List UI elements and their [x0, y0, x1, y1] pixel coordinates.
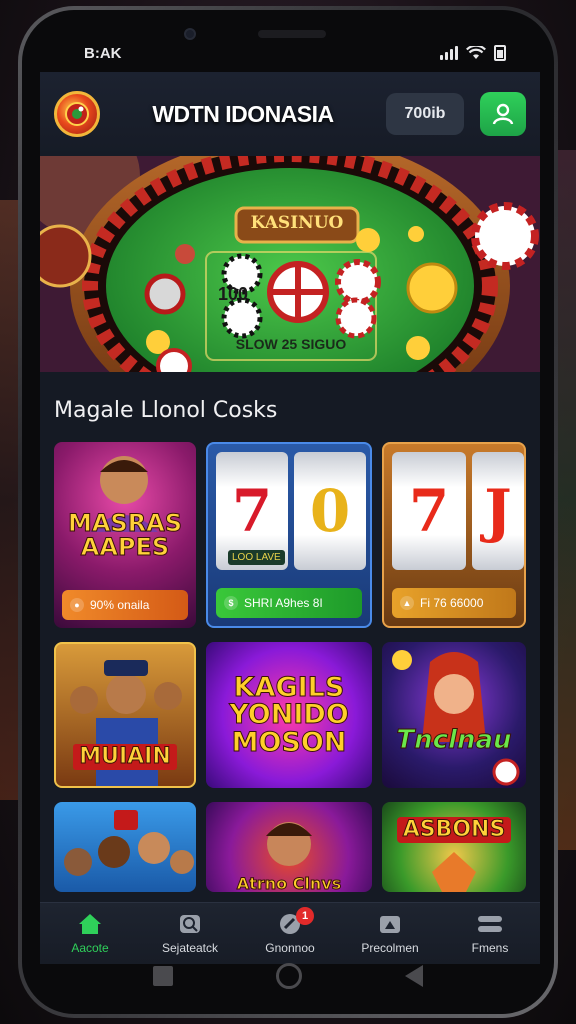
game-art [392, 650, 520, 786]
game-card[interactable]: 7 J ▲ Fi 76 66000 [382, 442, 526, 628]
game-grid: MASRAS AAPES ● 90% onaila 7 0 LOO LAVE $… [40, 442, 540, 892]
slot-reel: 0 [294, 452, 366, 570]
coin-icon: ● [70, 598, 84, 612]
game-title: Atrno Clnvs [236, 873, 342, 892]
nav-label: Sejateatck [161, 940, 219, 955]
dollar-icon: $ [224, 596, 238, 610]
banner-sign: KASINUO [250, 213, 344, 233]
section-title: Magale Llonol Cosks [54, 398, 278, 423]
game-title: Tnclnau [396, 724, 512, 755]
app-logo[interactable] [54, 91, 100, 137]
nav-item-games[interactable]: 1 Gnonnoo [244, 906, 336, 955]
nav-label: Aacote [71, 940, 109, 955]
battery-icon [494, 45, 506, 61]
nav-item-search[interactable]: Sejateatck [144, 913, 236, 955]
game-card[interactable] [54, 802, 196, 892]
game-badge: $ SHRI A9hes 8I [216, 588, 362, 618]
slot-reel: J [472, 452, 524, 570]
gift-icon [377, 913, 403, 935]
bottom-navigation: Aacote Sejateatck 1 Gnonnoo Precolmen Fm… [40, 902, 540, 964]
recents-icon[interactable] [153, 966, 174, 986]
profile-button[interactable] [480, 92, 526, 136]
game-title: KAGILS YONIDO MOSON [229, 671, 350, 758]
notification-badge: 1 [296, 906, 314, 925]
roulette-logo-icon [65, 102, 89, 126]
game-card[interactable]: Tnclnau [382, 642, 526, 788]
search-icon [177, 913, 203, 935]
promo-banner[interactable]: KASINUO 100 SLOW 25 SIGUO [40, 156, 540, 372]
game-card[interactable]: Atrno Clnvs [206, 802, 372, 892]
signal-icon [440, 46, 458, 60]
game-card[interactable]: KAGILS YONIDO MOSON [206, 642, 372, 788]
status-bar: B:AK [22, 38, 554, 68]
slot-reel: 7 [392, 452, 466, 570]
game-card[interactable]: MUIAIN [54, 642, 196, 788]
flame-icon: ▲ [400, 596, 414, 610]
app-header: WDTN IDONASIA 700ib [40, 72, 540, 156]
home-icon [77, 913, 103, 935]
nav-label: Fmens [471, 940, 509, 955]
game-title: ASBONS [396, 816, 512, 844]
banner-felt-label: 100 [218, 284, 249, 304]
app-screen: WDTN IDONASIA 700ib KASINUO 100 SLOW 25 … [40, 72, 540, 964]
back-icon[interactable] [404, 965, 423, 987]
nav-label: Gnonnoo [265, 940, 315, 955]
menu-icon [477, 913, 503, 935]
balance-button[interactable]: 700ib [386, 93, 464, 135]
status-time: B:AK [84, 44, 122, 62]
speaker-grille [258, 30, 326, 38]
banner-felt-caption: SLOW 25 SIGUO [235, 336, 347, 352]
reel-sign: LOO LAVE [228, 550, 285, 565]
nav-label: Precolmen [361, 940, 419, 955]
game-badge: ▲ Fi 76 66000 [392, 588, 516, 618]
user-icon [492, 103, 514, 125]
game-badge: ● 90% onaila [62, 590, 188, 620]
system-navigation [22, 956, 554, 996]
wifi-icon [466, 46, 486, 59]
game-card[interactable]: MASRAS AAPES ● 90% onaila [54, 442, 196, 628]
game-card[interactable]: 7 0 LOO LAVE $ SHRI A9hes 8I [206, 442, 372, 628]
game-art [64, 810, 194, 876]
nav-item-home[interactable]: Aacote [44, 913, 136, 955]
phone-frame: B:AK WDTN IDONASIA 700ib KASINUO 100 SLO… [18, 6, 558, 1018]
app-brand-title: WDTN IDONASIA [152, 100, 334, 127]
nav-item-promotions[interactable]: Precolmen [344, 913, 436, 955]
game-title: MASRAS AAPES [67, 508, 183, 561]
game-title: MUIAIN [73, 743, 177, 771]
home-button-icon[interactable] [275, 963, 302, 989]
nav-item-menu[interactable]: Fmens [444, 913, 536, 955]
game-card[interactable]: ASBONS [382, 802, 526, 892]
